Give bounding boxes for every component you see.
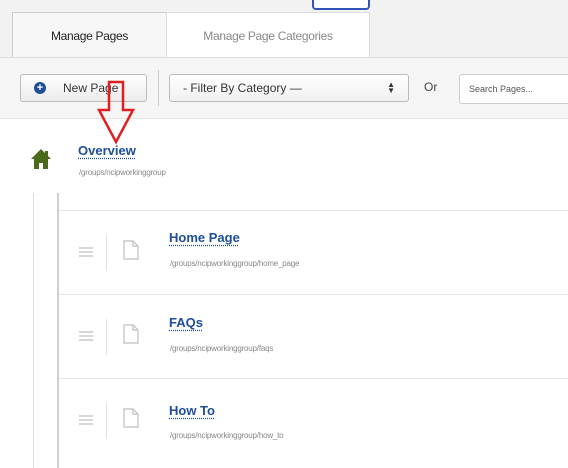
select-arrows-icon: ▲ ▼ [387, 80, 395, 95]
page-title-how-to[interactable]: How To [169, 403, 215, 418]
row-divider [106, 319, 107, 355]
page-title-faqs[interactable]: FAQs [169, 315, 203, 330]
drag-handle-icon[interactable] [79, 331, 93, 341]
annotation-arrow-icon [96, 80, 136, 145]
drag-handle-icon[interactable] [79, 415, 93, 425]
drag-handle-icon[interactable] [79, 247, 93, 257]
tab-manage-pages[interactable]: Manage Pages [12, 12, 167, 58]
list-item: How To /groups/ncipworkinggroup/how_to [59, 378, 568, 461]
search-pages-input[interactable] [459, 74, 568, 104]
document-icon [123, 240, 139, 260]
document-icon [123, 324, 139, 344]
toolbar-separator [158, 70, 159, 106]
page-path: /groups/ncipworkinggroup/faqs [170, 344, 274, 353]
filter-by-category-select[interactable]: - Filter By Category — ▲ ▼ [169, 74, 409, 102]
or-label: Or [424, 80, 438, 94]
tab-manage-page-categories[interactable]: Manage Page Categories [166, 12, 370, 58]
page-path-overview: /groups/ncipworkinggroup [79, 168, 166, 177]
list-item: FAQs /groups/ncipworkinggroup/faqs [59, 294, 568, 377]
page-path: /groups/ncipworkinggroup/how_to [170, 431, 284, 440]
page-path: /groups/ncipworkinggroup/home_page [170, 259, 300, 268]
list-item: Home Page /groups/ncipworkinggroup/home_… [59, 210, 568, 293]
tree-indent-guide [33, 193, 59, 468]
document-icon [123, 408, 139, 428]
filter-select-value: - Filter By Category — [183, 81, 302, 95]
plus-circle-icon: + [34, 82, 46, 94]
page-title-home-page[interactable]: Home Page [169, 230, 240, 245]
home-icon [31, 149, 51, 169]
row-divider [106, 235, 107, 271]
root-page-row [0, 126, 568, 192]
top-accent-frame [312, 0, 370, 10]
row-divider [106, 403, 107, 439]
